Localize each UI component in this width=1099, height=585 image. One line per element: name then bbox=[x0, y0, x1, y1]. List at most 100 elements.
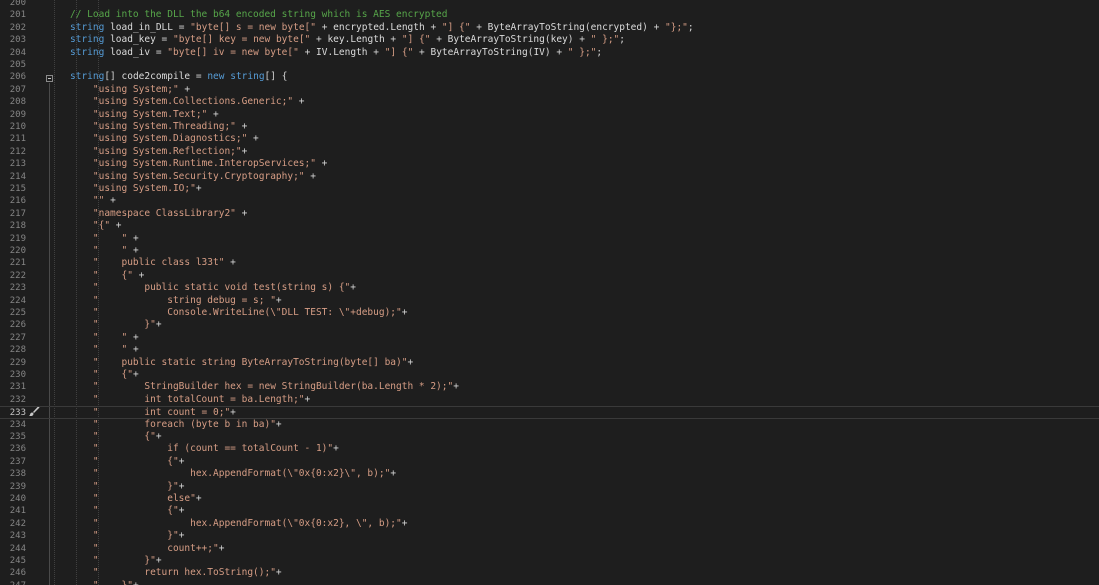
code-text: " else"+ bbox=[92, 493, 202, 504]
code-line[interactable]: 201 // Load into the DLL the b64 encoded … bbox=[0, 9, 1099, 21]
line-number: 219 bbox=[9, 233, 26, 244]
code-line[interactable]: 245 " }"+ bbox=[0, 555, 1099, 567]
code-line[interactable]: 218 "{" + bbox=[0, 220, 1099, 232]
code-line[interactable]: 242 " hex.AppendFormat(\"0x{0:x2}, \", b… bbox=[0, 518, 1099, 530]
code-editor[interactable]: 200 201 // Load into the DLL the b64 encod… bbox=[0, 0, 1099, 585]
code-text: "using System.Diagnostics;" + bbox=[92, 133, 259, 145]
code-text: string[] code2compile = new string[] { bbox=[70, 71, 288, 83]
code-line[interactable]: 204 string load_iv = "byte[] iv = new byt… bbox=[0, 47, 1099, 59]
line-number: 225 bbox=[9, 308, 26, 318]
line-number: 229 bbox=[9, 357, 26, 368]
line-number: 224 bbox=[9, 295, 26, 306]
code-line[interactable]: 221 " public class l33t" + bbox=[0, 257, 1099, 269]
code-text: "using System;" + bbox=[92, 83, 191, 95]
code-line[interactable]: 202 string load_in_DLL = "byte[] s = new … bbox=[0, 22, 1099, 34]
code-text: string load_iv = "byte[] iv = new byte["… bbox=[70, 46, 603, 58]
line-number: 244 bbox=[9, 543, 26, 554]
code-line[interactable]: 217 "namespace ClassLibrary2" + bbox=[0, 208, 1099, 220]
code-text: "using System.Security.Cryptography;" + bbox=[92, 170, 316, 182]
line-number: 227 bbox=[9, 332, 26, 343]
line-number: 234 bbox=[9, 419, 26, 430]
code-line[interactable]: 234 " foreach (byte b in ba)"+ bbox=[0, 419, 1099, 431]
line-number: 207 bbox=[9, 84, 26, 95]
code-line[interactable]: 231 " StringBuilder hex = new StringBuil… bbox=[0, 381, 1099, 393]
code-text: " {"+ bbox=[92, 455, 185, 467]
line-number: 243 bbox=[9, 531, 26, 542]
code-line[interactable]: 216 "" + bbox=[0, 195, 1099, 207]
code-text: " string debug = s; "+ bbox=[92, 294, 282, 306]
line-number: 218 bbox=[9, 221, 26, 232]
code-line[interactable]: 247 " }"+ bbox=[0, 580, 1099, 585]
code-line[interactable]: 200 bbox=[0, 0, 1099, 9]
code-text: " int totalCount = ba.Length;"+ bbox=[92, 393, 311, 405]
line-number: 221 bbox=[9, 258, 26, 269]
line-number: 235 bbox=[9, 432, 26, 442]
line-number: 201 bbox=[9, 10, 26, 21]
code-line[interactable]: 227 " " + bbox=[0, 332, 1099, 344]
code-text: " Console.WriteLine(\"DLL TEST: \"+debug… bbox=[92, 307, 408, 318]
line-number: 231 bbox=[9, 382, 26, 393]
code-line[interactable]: 209 "using System.Text;" + bbox=[0, 109, 1099, 121]
code-text: " {"+ bbox=[92, 369, 139, 380]
code-line[interactable]: 244 " count++;"+ bbox=[0, 543, 1099, 555]
code-line[interactable]: 228 " " + bbox=[0, 344, 1099, 356]
line-number: 236 bbox=[9, 444, 26, 455]
line-number: 208 bbox=[9, 97, 26, 108]
code-line[interactable]: 214 "using System.Security.Cryptography;… bbox=[0, 171, 1099, 183]
line-number: 204 bbox=[9, 47, 26, 58]
code-line[interactable]: 235 " {"+ bbox=[0, 431, 1099, 443]
code-line[interactable]: 211 "using System.Diagnostics;" + bbox=[0, 133, 1099, 145]
code-line[interactable]: 240 " else"+ bbox=[0, 493, 1099, 505]
line-number: 230 bbox=[9, 370, 26, 380]
code-line[interactable]: 203 string load_key = "byte[] key = new b… bbox=[0, 34, 1099, 46]
code-text: "{" + bbox=[92, 220, 122, 232]
line-number: 206 bbox=[9, 72, 26, 83]
code-line[interactable]: 246 " return hex.ToString();"+ bbox=[0, 567, 1099, 579]
code-line[interactable]: 241 " {"+ bbox=[0, 505, 1099, 517]
code-line[interactable]: 229 " public static string ByteArrayToSt… bbox=[0, 357, 1099, 369]
code-text: " foreach (byte b in ba)"+ bbox=[92, 418, 282, 430]
code-line[interactable]: 206 string[] code2compile = new string[] … bbox=[0, 71, 1099, 83]
line-number: 246 bbox=[9, 568, 26, 579]
code-text: "using System.Reflection;"+ bbox=[92, 145, 248, 157]
line-number: 211 bbox=[9, 134, 26, 145]
code-line[interactable]: 213 "using System.Runtime.InteropService… bbox=[0, 158, 1099, 170]
code-line[interactable]: 233 " int count = 0;"+ bbox=[0, 406, 1099, 419]
code-line[interactable]: 212 "using System.Reflection;"+ bbox=[0, 146, 1099, 158]
line-number: 222 bbox=[9, 270, 26, 281]
code-line[interactable]: 243 " }"+ bbox=[0, 530, 1099, 542]
line-number: 240 bbox=[9, 494, 26, 504]
code-text: " public class l33t" + bbox=[92, 257, 236, 269]
code-line[interactable]: 220 " " + bbox=[0, 245, 1099, 257]
code-line[interactable]: 223 " public static void test(string s) … bbox=[0, 282, 1099, 294]
code-line[interactable]: 239 " }"+ bbox=[0, 481, 1099, 493]
code-line[interactable]: 225 " Console.WriteLine(\"DLL TEST: \"+d… bbox=[0, 307, 1099, 319]
code-line[interactable]: 219 " " + bbox=[0, 233, 1099, 245]
code-line[interactable]: 222 " {" + bbox=[0, 270, 1099, 282]
code-text: string load_in_DLL = "byte[] s = new byt… bbox=[70, 21, 694, 33]
code-line[interactable]: 230 " {"+ bbox=[0, 369, 1099, 381]
code-line[interactable]: 210 "using System.Threading;" + bbox=[0, 121, 1099, 133]
code-line[interactable]: 226 " }"+ bbox=[0, 319, 1099, 331]
code-text: " " + bbox=[92, 245, 139, 256]
code-text: " }"+ bbox=[92, 555, 162, 566]
code-line[interactable]: 232 " int totalCount = ba.Length;"+ bbox=[0, 394, 1099, 406]
code-line[interactable]: 224 " string debug = s; "+ bbox=[0, 295, 1099, 307]
code-line[interactable]: 215 "using System.IO;"+ bbox=[0, 183, 1099, 195]
line-number: 228 bbox=[9, 345, 26, 356]
line-number: 239 bbox=[9, 481, 26, 492]
line-number: 210 bbox=[9, 122, 26, 132]
code-line[interactable]: 236 " if (count == totalCount - 1)"+ bbox=[0, 443, 1099, 455]
code-text: " {" + bbox=[92, 269, 145, 281]
line-number: 237 bbox=[9, 456, 26, 467]
code-text: "" + bbox=[92, 195, 116, 207]
code-line[interactable]: 238 " hex.AppendFormat(\"0x{0:x2}\", b);… bbox=[0, 468, 1099, 480]
line-number: 200 bbox=[9, 0, 26, 8]
code-line[interactable]: 208 "using System.Collections.Generic;" … bbox=[0, 96, 1099, 108]
code-line[interactable]: 237 " {"+ bbox=[0, 456, 1099, 468]
line-number: 203 bbox=[9, 35, 26, 46]
line-number: 232 bbox=[9, 394, 26, 405]
code-line[interactable]: 207 "using System;" + bbox=[0, 84, 1099, 96]
code-text: "using System.Runtime.InteropServices;" … bbox=[92, 158, 328, 170]
code-line[interactable]: 205 bbox=[0, 59, 1099, 71]
